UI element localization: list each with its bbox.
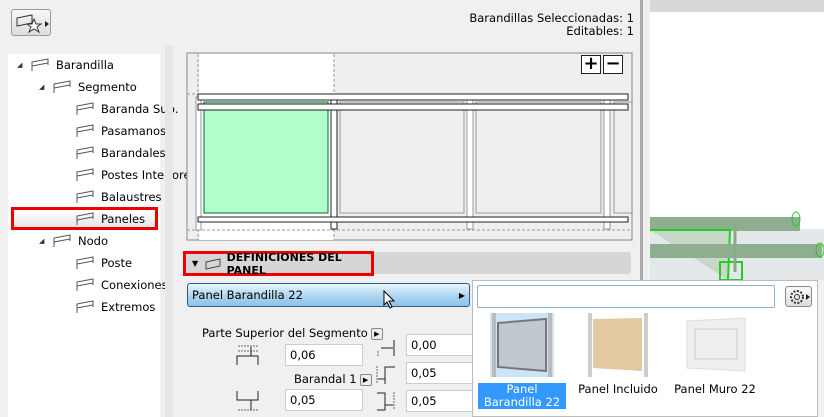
tree-item-label: Conexiones [101,278,168,292]
tree-item-label: Barandales [101,146,166,160]
wall-panel-thumbnail [686,317,746,372]
library-item-panel-incluido[interactable]: Panel Incluido [578,313,658,396]
tree-item-extremos[interactable]: Extremos [75,297,155,317]
editable-count: Editables: 1 [566,24,634,38]
view-titlebar [650,0,824,12]
segment-icon [53,80,71,93]
tree-item-conexiones[interactable]: Conexiones [75,275,168,295]
tree-item-label: Paneles [101,212,146,226]
inner-posts-icon [76,168,94,181]
library-item-panel-barandilla[interactable]: Panel Barandilla 22 [478,313,566,409]
top-offset-icon [236,345,259,365]
chevron-right-icon: ▶ [458,290,465,300]
expand-toggle-icon[interactable]: ◢ [17,61,22,69]
gear-icon [790,290,810,304]
tree-item-nodo[interactable]: Nodo [52,231,108,251]
bottom-offset-label-text: Barandal 1 [294,372,357,386]
library-item-label: Panel Incluido [578,382,658,396]
expand-toggle-icon[interactable]: ◢ [39,237,44,245]
tree-item-label: Barandilla [56,58,114,72]
wood-panel-thumbnail [588,313,648,377]
right-gap-icon [377,392,395,411]
panel-splitter[interactable] [165,45,173,417]
side-gap-icon [376,366,395,384]
post-icon [76,256,94,269]
library-item-panel-muro[interactable]: Panel Muro 22 [673,313,757,396]
window-divider [640,0,643,280]
tree-item-label: Extremos [101,300,156,314]
3d-railing-model [650,211,824,281]
tree-item-baranda-sup[interactable]: Baranda Sup. [75,99,179,119]
panel-type-dropdown[interactable]: Panel Barandilla 22 ▶ [187,283,470,307]
tree-item-paneles[interactable]: Paneles [75,209,145,229]
ends-icon [76,300,94,313]
selected-panel [203,101,329,214]
connections-icon [76,278,94,291]
preview-zoom-controls: + − [581,55,623,74]
tree-item-label: Poste [101,256,133,270]
glass-panel-thumbnail [490,313,554,377]
expand-toggle-icon[interactable]: ◢ [39,83,44,91]
tree-item-label: Segmento [78,80,137,94]
selection-status: Barandillas Seleccionadas: 1 Editables: … [469,12,634,38]
bottom-offset-icon [236,391,259,411]
collapse-triangle-icon: ▼ [192,259,199,268]
balusters-icon [76,190,94,203]
tree-item-label: Nodo [78,234,108,248]
top-rail-icon [76,102,94,115]
tree-item-label: Postes Interiores [101,168,197,182]
handrail-icon [76,124,94,137]
panel-icon [76,212,94,225]
section-header[interactable]: ▼ DEFINICIONES DEL PANEL [183,250,374,277]
tree-item-segmento[interactable]: Segmento [52,77,137,97]
section-title: DEFINICIONES DEL PANEL [226,250,342,277]
bottom-offset-label: Barandal 1 ▶ [294,372,372,386]
library-item-label: Panel Muro 22 [674,382,756,396]
tree-item-barandilla[interactable]: Barandilla [30,55,114,75]
library-item-label: Panel Barandilla 22 [478,383,566,409]
tree-item-label: Pasamanos [101,124,167,138]
library-options-button[interactable] [785,286,812,307]
zoom-out-button[interactable]: − [603,55,623,74]
tree-item-label: Balaustres [101,190,162,204]
3d-view[interactable] [650,12,824,281]
railing-preview[interactable] [186,52,633,242]
panel-type-value: Panel Barandilla 22 [192,288,303,302]
library-search-input[interactable] [477,285,775,308]
favorites-star-icon [16,14,49,34]
bottom-reference-button[interactable]: ▶ [359,373,372,386]
tree-item-barandales[interactable]: Barandales [75,143,166,163]
tree-item-poste[interactable]: Poste [75,253,132,273]
favorites-button[interactable] [11,9,51,36]
node-icon [53,234,71,247]
rails-icon [76,146,94,159]
top-offset-input[interactable]: 0,06 [285,344,363,366]
top-offset-label-text: Parte Superior del Segmento [202,326,368,340]
tree-item-pasamanos[interactable]: Pasamanos [75,121,166,141]
railing-icon [31,58,49,71]
top-offset-label: Parte Superior del Segmento ▶ [202,326,383,340]
tree-item-balaustres[interactable]: Balaustres [75,187,162,207]
left-gap-icon [377,340,395,356]
tree-item-postes-interiores[interactable]: Postes Interiores [75,165,197,185]
panel-icon [205,257,221,270]
zoom-in-button[interactable]: + [581,55,601,74]
bottom-offset-input[interactable]: 0,05 [285,389,363,411]
mouse-cursor-icon [383,290,396,309]
